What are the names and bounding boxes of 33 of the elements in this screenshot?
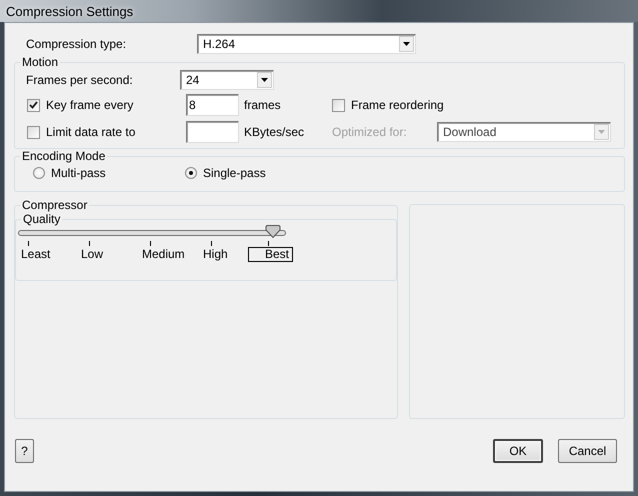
tick-label: High xyxy=(202,247,229,262)
checkbox[interactable] xyxy=(332,98,345,112)
group-title: Motion xyxy=(21,55,60,69)
unit-label: frames xyxy=(244,98,282,112)
input-field[interactable] xyxy=(186,121,239,143)
field-label: Compression type: xyxy=(25,37,128,51)
slider-thumb[interactable] xyxy=(265,225,281,238)
help-button[interactable]: ? xyxy=(15,439,34,463)
input-field[interactable]: 8 xyxy=(186,94,239,116)
checkbox-label: Frame reordering xyxy=(351,98,444,112)
radio-button[interactable] xyxy=(185,167,197,179)
tick-label: Best xyxy=(248,247,294,262)
tick-label: Least xyxy=(20,247,52,262)
group-title: Compressor xyxy=(21,198,88,212)
radio-label: Multi-pass xyxy=(51,166,106,180)
checkbox-label: Limit data rate to xyxy=(46,125,136,139)
radio-label: Single-pass xyxy=(203,166,266,180)
checkbox-label: Key frame every xyxy=(46,98,134,112)
tick-label: Medium xyxy=(141,247,186,262)
dropdown[interactable]: 24 xyxy=(180,70,274,90)
field-label: Optimized for: xyxy=(332,125,408,139)
group-title: Encoding Mode xyxy=(21,149,106,163)
checkbox[interactable] xyxy=(27,126,40,138)
dropdown[interactable]: H.264 xyxy=(197,34,416,54)
window-title: Compression Settings xyxy=(5,4,134,18)
tick-label: Low xyxy=(80,247,104,262)
ok-button[interactable]: OK xyxy=(493,439,543,463)
unit-label: KBytes/sec xyxy=(244,125,306,139)
radio-button[interactable] xyxy=(33,167,45,179)
field-label: Frames per second: xyxy=(26,73,134,87)
cancel-button[interactable]: Cancel xyxy=(558,439,617,463)
checkbox[interactable] xyxy=(27,98,40,112)
group-title: Quality xyxy=(22,212,62,226)
